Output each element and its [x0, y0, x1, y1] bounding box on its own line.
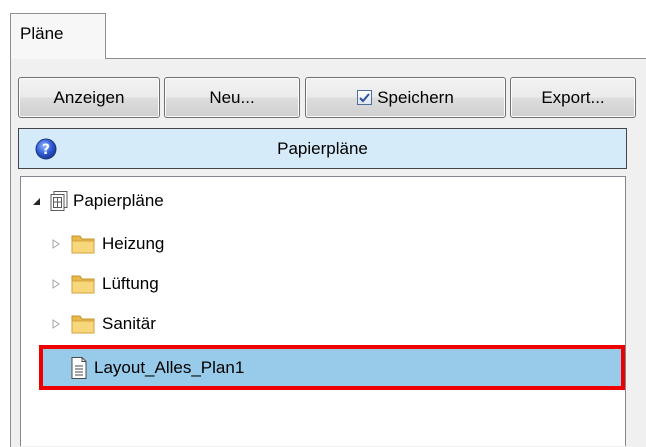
folder-icon: [71, 275, 95, 294]
tree-node-layout-alles-plan1[interactable]: Layout_Alles_Plan1: [39, 345, 625, 390]
tab-plaene[interactable]: Pläne: [10, 13, 106, 59]
export-button[interactable]: Export...: [510, 77, 636, 118]
tree-node-root[interactable]: Papierpläne: [30, 183, 164, 219]
tree-node-lueftung[interactable]: Lüftung: [50, 266, 159, 302]
show-button[interactable]: Anzeigen: [18, 77, 160, 118]
document-icon: [71, 356, 87, 379]
tree-node-sanitaer[interactable]: Sanitär: [50, 306, 156, 342]
tree-node-label: Layout_Alles_Plan1: [94, 357, 245, 377]
tree-node-heizung[interactable]: Heizung: [50, 226, 164, 262]
folder-icon: [71, 315, 95, 334]
tree-node-label: Papierpläne: [73, 191, 164, 210]
save-checkbox[interactable]: [357, 90, 373, 105]
collapse-triangle-icon[interactable]: [30, 195, 42, 207]
tree-node-label: Heizung: [102, 234, 165, 253]
tree-node-label: Lüftung: [102, 274, 159, 293]
checkmark-icon: [359, 93, 370, 103]
show-button-label: Anzeigen: [53, 87, 125, 107]
save-button-label: Speichern: [377, 87, 454, 107]
new-button-label: Neu...: [209, 87, 255, 107]
tab-label: Pläne: [20, 24, 64, 43]
expand-triangle-icon[interactable]: [50, 278, 62, 290]
plans-header: ? Papierpläne: [18, 128, 627, 169]
header-title: Papierpläne: [277, 139, 368, 158]
save-button[interactable]: Speichern: [305, 77, 506, 118]
expand-triangle-icon[interactable]: [50, 318, 62, 330]
export-button-label: Export...: [541, 87, 605, 107]
paper-plan-icon: [50, 191, 68, 211]
folder-icon: [71, 235, 95, 254]
plans-tree[interactable]: Papierpläne Heizung Lüftung Sanitär Layo…: [20, 176, 626, 446]
new-button[interactable]: Neu...: [164, 77, 300, 118]
expand-triangle-icon[interactable]: [50, 238, 62, 250]
tree-node-label: Sanitär: [102, 314, 156, 333]
